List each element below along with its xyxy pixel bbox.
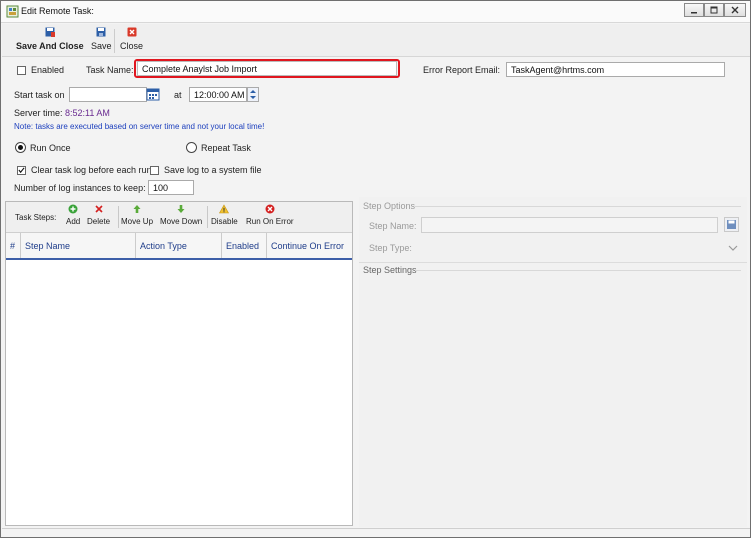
step-settings-legend: Step Settings	[363, 265, 417, 275]
move-down-button[interactable]: Move Down	[160, 204, 202, 226]
close-label: Close	[120, 41, 144, 51]
enabled-label: Enabled	[31, 65, 65, 75]
calendar-icon	[146, 88, 160, 101]
save-log-option[interactable]: Save log to a system file	[150, 165, 262, 175]
save-and-close-button[interactable]: Save And Close	[16, 27, 84, 51]
enabled-checkbox[interactable]	[17, 65, 26, 75]
step-name-input[interactable]	[421, 217, 718, 233]
repeat-task-label: Repeat Task	[201, 142, 251, 153]
add-step-button[interactable]: Add	[66, 204, 80, 226]
steps-grid-header: # Step Name Action Type Enabled Continue…	[6, 233, 352, 260]
time-spinner[interactable]	[247, 87, 259, 102]
save-log-checkbox[interactable]	[150, 165, 159, 175]
main-toolbar: Save And Close Save Close	[2, 24, 750, 57]
server-time-note: Note: tasks are executed based on server…	[14, 122, 265, 131]
log-instances-input[interactable]: 100	[148, 180, 194, 195]
maximize-button[interactable]	[704, 3, 724, 17]
run-once-radio[interactable]	[15, 142, 26, 153]
start-date-input[interactable]	[69, 87, 147, 102]
repeat-task-option[interactable]: Repeat Task	[186, 142, 251, 153]
column-header-enabled[interactable]: Enabled	[222, 233, 267, 258]
error-email-label: Error Report Email:	[423, 65, 501, 75]
save-button[interactable]: Save	[91, 27, 112, 51]
start-task-label: Start task on	[14, 90, 65, 100]
spinner-arrows-icon	[250, 90, 256, 99]
edit-remote-task-window: Edit Remote Task: Save And Close Save Cl…	[0, 0, 751, 538]
column-header-continue-on-error[interactable]: Continue On Error	[267, 233, 352, 258]
step-options-divider	[415, 206, 741, 207]
delete-step-label: Delete	[87, 217, 111, 226]
bottom-border	[2, 528, 750, 529]
move-up-button[interactable]: Move Up	[121, 204, 153, 226]
clear-log-label: Clear task log before each run	[31, 165, 152, 175]
task-steps-label: Task Steps:	[15, 213, 57, 222]
step-type-divider	[359, 262, 747, 263]
enabled-checkbox-row[interactable]: Enabled	[17, 65, 64, 75]
clear-log-checkbox[interactable]	[17, 165, 26, 175]
chevron-down-icon	[728, 245, 738, 251]
step-name-save-button[interactable]	[724, 217, 739, 232]
step-options-legend: Step Options	[363, 201, 416, 211]
column-header-number[interactable]: #	[6, 233, 21, 258]
start-time-input[interactable]: 12:00:00 AM	[189, 87, 247, 102]
run-once-radio-dot	[18, 145, 23, 150]
steps-toolbar-separator-2	[207, 206, 208, 228]
save-label: Save	[91, 41, 112, 51]
move-down-label: Move Down	[160, 217, 203, 226]
move-up-label: Move Up	[121, 217, 154, 226]
task-steps-panel: Task Steps: Add Delete Move Up Move Down	[5, 201, 353, 526]
at-label: at	[174, 90, 182, 100]
repeat-task-radio[interactable]	[186, 142, 197, 153]
minimize-button[interactable]	[684, 3, 704, 17]
close-red-icon	[127, 27, 136, 37]
save-and-close-icon	[45, 27, 55, 37]
run-on-error-button[interactable]: Run On Error	[246, 204, 294, 226]
server-time-value: 8:52:11 AM	[65, 108, 110, 118]
window-close-button[interactable]	[724, 3, 746, 17]
step-type-dropdown[interactable]	[727, 242, 739, 254]
add-step-label: Add	[66, 217, 81, 226]
clear-log-option[interactable]: Clear task log before each run	[17, 165, 152, 175]
checkmark-icon	[18, 167, 25, 174]
save-and-close-label: Save And Close	[16, 41, 84, 51]
column-header-step-name[interactable]: Step Name	[21, 233, 136, 258]
close-icon	[731, 6, 739, 14]
delete-step-button[interactable]: Delete	[87, 204, 110, 226]
save-icon	[727, 220, 736, 229]
delete-icon	[94, 205, 103, 213]
arrow-down-icon	[177, 205, 185, 213]
step-name-label: Step Name:	[369, 221, 417, 231]
window-title: Edit Remote Task:	[21, 6, 94, 16]
column-header-action-type[interactable]: Action Type	[136, 233, 222, 258]
steps-toolbar-separator-1	[118, 206, 119, 228]
task-name-label: Task Name:	[86, 65, 134, 75]
run-on-error-label: Run On Error	[246, 217, 294, 226]
maximize-icon	[710, 6, 718, 14]
task-name-input[interactable]: Complete Anaylst Job Import	[137, 61, 397, 76]
toolbar-separator	[114, 29, 115, 53]
step-options-panel: Step Options Step Name: Step Type: Step …	[359, 197, 747, 527]
run-once-label: Run Once	[30, 142, 71, 153]
log-instances-label: Number of log instances to keep:	[14, 183, 146, 193]
window-controls	[684, 3, 746, 17]
warning-icon	[219, 204, 230, 214]
error-icon	[265, 204, 275, 214]
error-email-input[interactable]: TaskAgent@hrtms.com	[506, 62, 725, 77]
disable-step-button[interactable]: Disable	[211, 204, 238, 226]
save-log-label: Save log to a system file	[164, 165, 262, 175]
calendar-button[interactable]	[146, 87, 160, 101]
step-type-label: Step Type:	[369, 243, 412, 253]
server-time-label: Server time:	[14, 108, 63, 118]
minimize-icon	[691, 12, 697, 14]
close-button[interactable]: Close	[120, 27, 143, 51]
arrow-up-icon	[133, 205, 141, 213]
title-bar: Edit Remote Task:	[1, 1, 750, 23]
add-icon	[68, 204, 78, 214]
step-settings-divider	[415, 270, 741, 271]
disable-step-label: Disable	[211, 217, 238, 226]
app-icon	[6, 5, 19, 18]
save-icon	[96, 27, 106, 37]
run-once-option[interactable]: Run Once	[15, 142, 71, 153]
task-steps-toolbar: Task Steps: Add Delete Move Up Move Down	[6, 202, 352, 233]
